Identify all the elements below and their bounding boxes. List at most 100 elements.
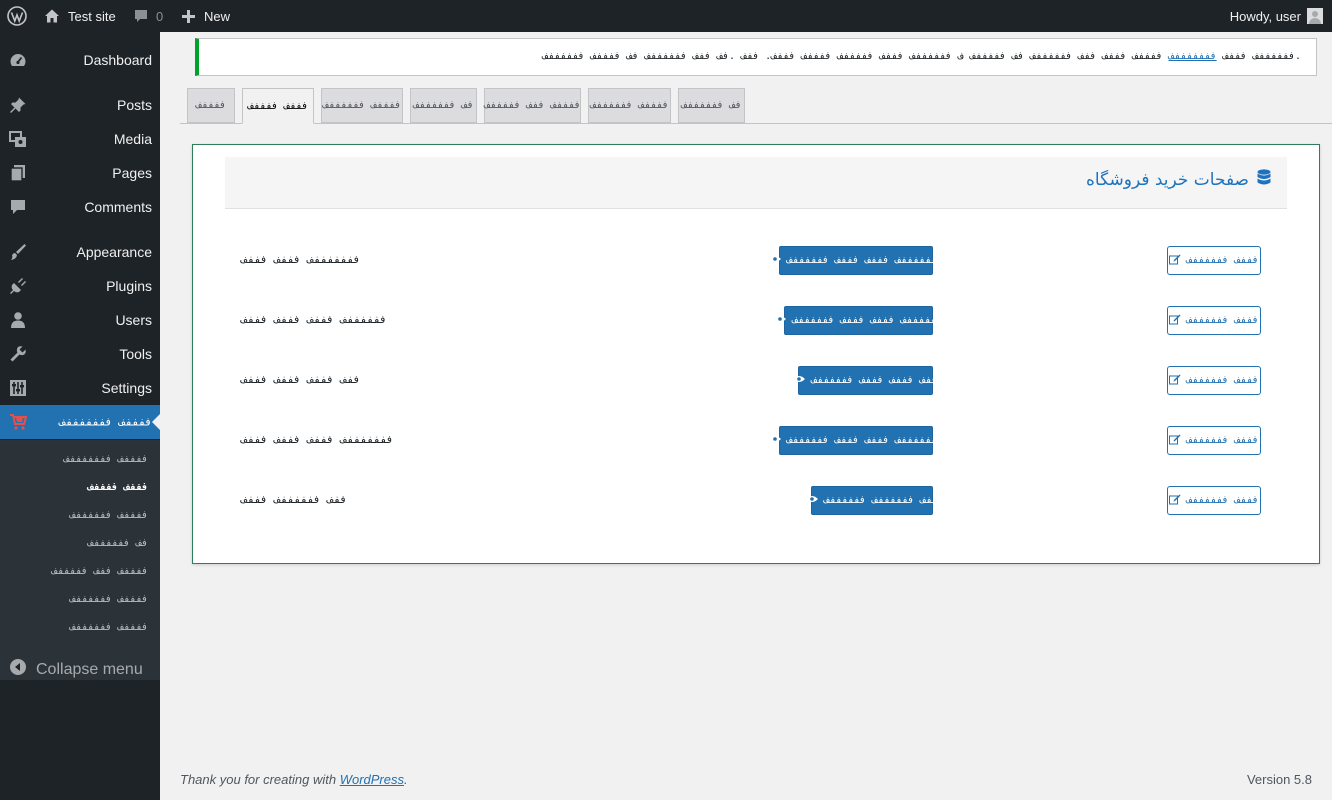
pin-icon bbox=[9, 96, 27, 114]
menu-item-shop-plugin[interactable]: ففففف فففففففف bbox=[0, 405, 160, 439]
menu-item-dashboard[interactable]: Dashboard bbox=[0, 43, 160, 77]
submenu-item-current[interactable]: فففف ففففف bbox=[88, 482, 148, 493]
site-name-link[interactable]: Test site bbox=[44, 0, 116, 32]
page-row-label: فففففففف فففف فففف bbox=[241, 253, 361, 266]
my-account-link[interactable]: Howdy, user bbox=[1230, 0, 1323, 32]
eye-icon bbox=[768, 435, 781, 446]
edit-button-label: فففف ففففففف bbox=[1186, 315, 1259, 326]
edit-button-label: فففف ففففففف bbox=[1186, 255, 1259, 266]
eye-icon bbox=[774, 315, 787, 326]
view-page-button[interactable]: ففففففف فففف فففف ففففففف bbox=[774, 306, 943, 335]
brush-icon bbox=[9, 243, 27, 261]
menu-item-settings[interactable]: Settings bbox=[0, 371, 160, 405]
main-content: ففففففف فففف فففففففف ففففف فففف ففف ففف… bbox=[160, 32, 1332, 800]
avatar bbox=[1307, 8, 1323, 24]
plus-icon bbox=[181, 9, 196, 24]
wrench-icon bbox=[9, 345, 27, 363]
success-notice: ففففففف فففف فففففففف ففففف فففف ففف ففف… bbox=[195, 38, 1317, 76]
tab-1-active[interactable]: فففف ففففف bbox=[242, 88, 314, 124]
submenu-item[interactable]: فف ففففففف bbox=[88, 538, 148, 549]
new-content-link[interactable]: New bbox=[181, 0, 230, 32]
menu-label: Settings bbox=[101, 380, 152, 396]
admin-bar: Test site 0 New Howdy, user bbox=[0, 0, 1332, 32]
comments-count: 0 bbox=[156, 8, 164, 24]
view-button-label: ففف فففف فففف ففففففف bbox=[811, 375, 938, 386]
menu-item-tools[interactable]: Tools bbox=[0, 337, 160, 371]
tab-5[interactable]: ففففف ففففففف bbox=[588, 88, 671, 123]
settings-icon bbox=[9, 379, 27, 397]
menu-label: Appearance bbox=[76, 244, 152, 260]
tab-2[interactable]: ففففف ففففففف bbox=[321, 88, 403, 123]
howdy-text: Howdy, user bbox=[1229, 8, 1301, 24]
edit-page-button[interactable]: فففف ففففففف bbox=[1167, 486, 1261, 515]
view-page-button[interactable]: ففف فففف فففف ففففففف bbox=[793, 366, 938, 395]
eye-icon bbox=[805, 495, 818, 506]
submenu-item[interactable]: ففففف ففففففف bbox=[70, 622, 148, 633]
media-icon bbox=[9, 130, 27, 148]
view-page-button[interactable]: فففففففف فففف فففف ففففففف bbox=[768, 246, 943, 275]
edit-icon bbox=[1169, 254, 1181, 268]
menu-label: Posts bbox=[116, 97, 152, 113]
submenu: ففففف فففففففف فففف ففففف ففففف ففففففف … bbox=[0, 440, 160, 680]
footer-thanks-after: . bbox=[404, 772, 408, 787]
submenu-item[interactable]: ففففف ففف فففففف bbox=[52, 566, 148, 577]
tabs-divider bbox=[180, 123, 1332, 124]
view-page-button[interactable]: فففففففف فففف فففف ففففففف bbox=[768, 426, 943, 455]
edit-icon bbox=[1169, 374, 1181, 388]
view-button-label: ففففففف فففف فففف ففففففف bbox=[792, 315, 943, 326]
page-row-label: ففف فففف فففف فففف bbox=[241, 373, 361, 386]
edit-button-label: فففف ففففففف bbox=[1186, 375, 1259, 386]
menu-item-comments[interactable]: Comments bbox=[0, 190, 160, 224]
edit-icon bbox=[1169, 494, 1181, 508]
footer-thanks: Thank you for creating with WordPress. bbox=[180, 772, 408, 787]
collapse-menu-button[interactable]: Collapse menu bbox=[0, 650, 160, 690]
edit-button-label: فففف ففففففف bbox=[1186, 495, 1259, 506]
panel-header: صفحات خرید فروشگاه bbox=[225, 157, 1287, 209]
menu-label: Media bbox=[113, 131, 152, 147]
edit-icon bbox=[1169, 434, 1181, 448]
menu-label: Users bbox=[115, 312, 152, 328]
menu-item-posts[interactable]: Posts bbox=[0, 88, 160, 122]
comments-link[interactable]: 0 bbox=[133, 0, 163, 32]
database-icon bbox=[1257, 169, 1271, 191]
page-row-label: ففففففف فففف فففف فففف bbox=[241, 313, 387, 326]
eye-icon bbox=[768, 255, 781, 266]
notice-link[interactable]: فففففففف bbox=[1169, 51, 1217, 62]
wordpress-link[interactable]: WordPress bbox=[340, 772, 404, 787]
submenu-item[interactable]: ففففف فففففففف bbox=[64, 454, 148, 465]
menu-label: Pages bbox=[112, 165, 152, 181]
pages-icon bbox=[9, 164, 27, 182]
page-row-label: ففف ففففففف فففف bbox=[241, 493, 347, 506]
menu-item-media[interactable]: Media bbox=[0, 122, 160, 156]
panel-title-text: صفحات خرید فروشگاه bbox=[1086, 170, 1249, 190]
dashboard-icon bbox=[9, 51, 27, 69]
edit-page-button[interactable]: فففف ففففففف bbox=[1167, 366, 1261, 395]
menu-label: ففففف فففففففف bbox=[59, 415, 152, 429]
view-page-button[interactable]: ففف ففففففف ففففففف bbox=[805, 486, 938, 515]
tab-6[interactable]: فف ففففففف bbox=[678, 88, 745, 123]
tab-0[interactable]: ففففف bbox=[187, 88, 235, 123]
wordpress-logo-icon[interactable] bbox=[7, 0, 27, 32]
comment-icon bbox=[9, 198, 27, 216]
menu-item-users[interactable]: Users bbox=[0, 303, 160, 337]
submenu-item[interactable]: ففففف ففففففف bbox=[70, 510, 148, 521]
tab-4[interactable]: ففففف ففف فففففف bbox=[484, 88, 581, 123]
new-label: New bbox=[204, 8, 231, 24]
view-button-label: فففففففف فففف فففف ففففففف bbox=[786, 255, 944, 266]
notice-text: ففففففف فففف فففففففف ففففف فففف ففف ففف… bbox=[542, 51, 1301, 62]
user-icon bbox=[9, 311, 27, 329]
admin-sidebar: Dashboard Posts Media Pages Comments App… bbox=[0, 32, 160, 800]
plugin-icon bbox=[9, 277, 27, 295]
menu-item-appearance[interactable]: Appearance bbox=[0, 235, 160, 269]
tab-3[interactable]: فف ففففففف bbox=[410, 88, 477, 123]
edit-page-button[interactable]: فففف ففففففف bbox=[1167, 246, 1261, 275]
footer-version: Version 5.8 bbox=[1246, 772, 1312, 787]
edit-page-button[interactable]: فففف ففففففف bbox=[1167, 426, 1261, 455]
edit-page-button[interactable]: فففف ففففففف bbox=[1167, 306, 1261, 335]
edit-button-label: فففف ففففففف bbox=[1186, 435, 1259, 446]
view-button-label: ففف ففففففف ففففففف bbox=[823, 495, 939, 506]
menu-item-pages[interactable]: Pages bbox=[0, 156, 160, 190]
submenu-item[interactable]: ففففف ففففففف bbox=[70, 594, 148, 605]
footer-thanks-before: Thank you for creating with bbox=[180, 772, 340, 787]
menu-item-plugins[interactable]: Plugins bbox=[0, 269, 160, 303]
